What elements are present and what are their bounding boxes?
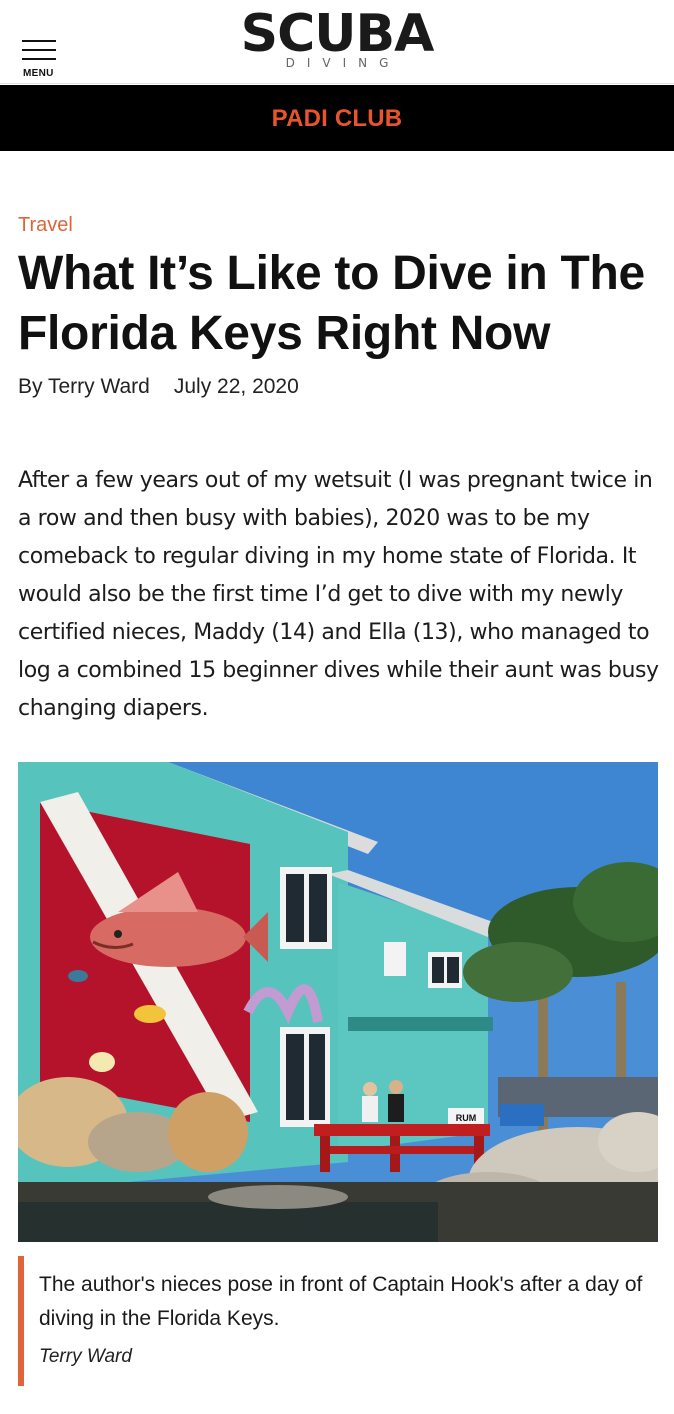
menu-label: MENU [23,68,54,79]
photo-caption: The author's nieces pose in front of Cap… [18,1256,660,1386]
menu-icon-bar [22,58,56,60]
site-logo[interactable]: SCUBA DIVING [229,6,445,76]
article-photo: RUM [18,762,658,1242]
menu-button[interactable]: MENU [22,40,58,80]
photo-credit: Terry Ward [39,1346,132,1367]
rum-sign-text: RUM [456,1113,477,1123]
category-link[interactable]: Travel [18,214,73,237]
padi-club-link[interactable]: PADI CLUB [272,105,403,133]
menu-icon-bar [22,49,56,51]
site-header: MENU SCUBA DIVING [0,0,674,84]
article-title: What It’s Like to Dive in The Florida Ke… [18,247,645,360]
caption-text: The author's nieces pose in front of Cap… [39,1273,643,1330]
padi-club-banner: PADI CLUB [0,85,674,151]
byline: By Terry Ward July 22, 2020 [18,375,299,399]
author-link[interactable]: By Terry Ward [18,375,150,398]
logo-wordmark: SCUBA [240,4,435,64]
article-body: After a few years out of my wetsuit (I w… [18,468,659,721]
menu-icon [22,40,56,42]
dive-shop-photo: RUM [18,762,658,1242]
publish-date: July 22, 2020 [173,375,299,398]
